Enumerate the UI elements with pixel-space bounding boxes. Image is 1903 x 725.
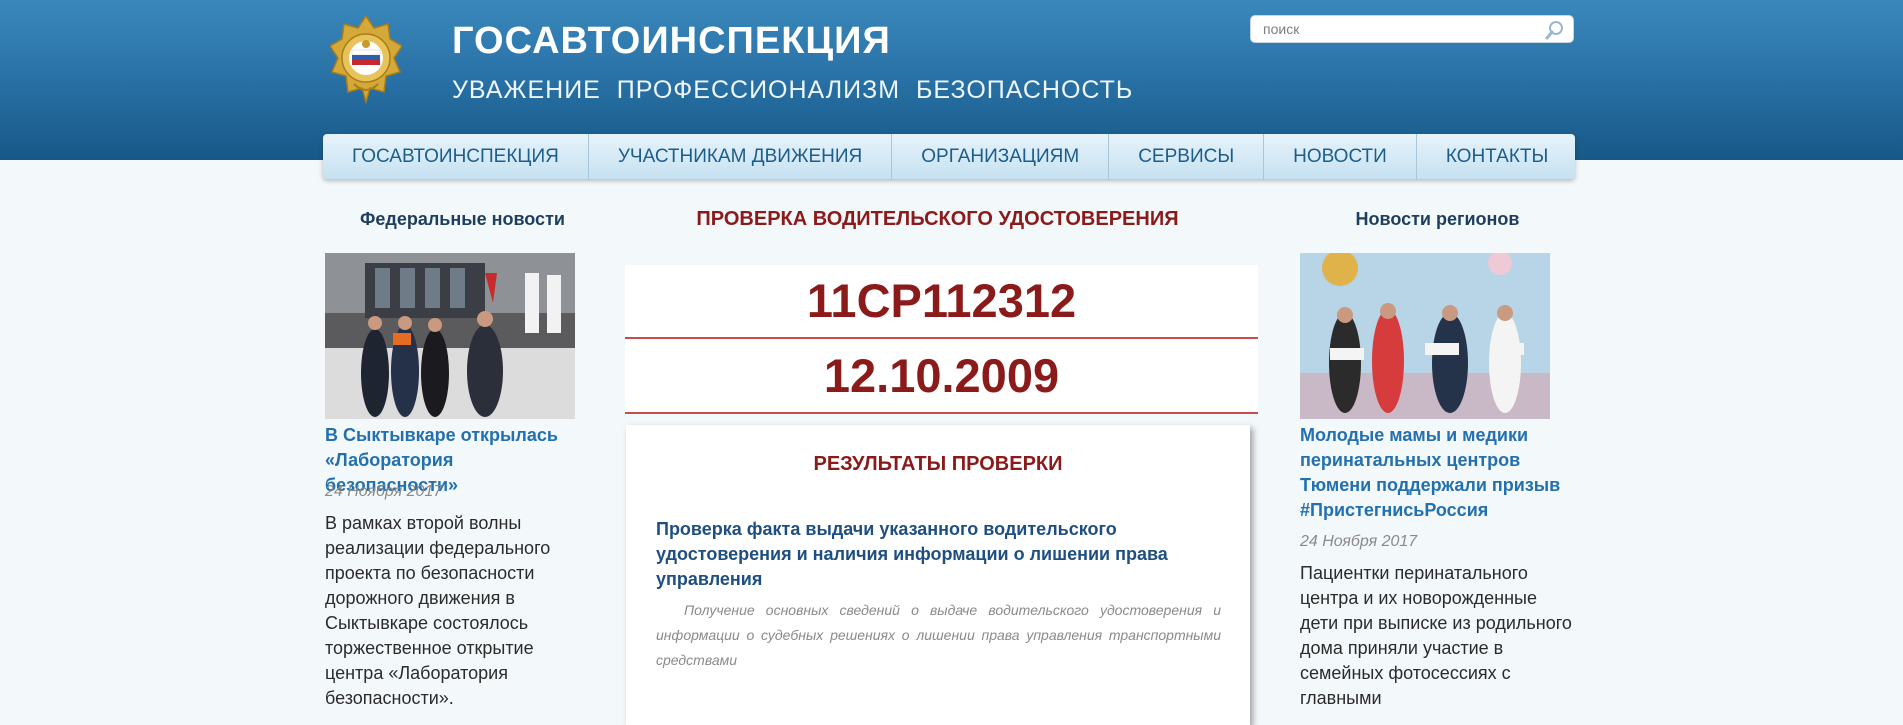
regional-news-heading: Новости регионов — [1355, 209, 1520, 229]
nav-item-road-users[interactable]: Участникам движения — [589, 134, 893, 179]
federal-news-text: В рамках второй волны реализации федерал… — [325, 513, 551, 708]
main-nav: Госавтоинспекция Участникам движения Орг… — [323, 134, 1575, 179]
nav-item-contacts[interactable]: Контакты — [1417, 134, 1578, 179]
search-box[interactable] — [1250, 15, 1574, 43]
regional-news-text: Пациентки перинатального центра и их нов… — [1300, 563, 1572, 708]
regional-news-date: 24 Ноября 2017 — [1300, 533, 1418, 550]
page-title: ПРОВЕРКА ВОДИТЕЛЬСКОГО УДОСТОВЕРЕНИЯ — [696, 208, 1179, 230]
nav-item-services[interactable]: Сервисы — [1109, 134, 1265, 179]
regional-news-image[interactable] — [1300, 253, 1550, 419]
check-title-link[interactable]: Проверка факта выдачи указанного водител… — [656, 517, 1216, 592]
search-icon[interactable] — [1545, 20, 1565, 40]
regional-news-title[interactable]: Молодые мамы и медики перинатальных цент… — [1300, 423, 1575, 523]
results-panel: РЕЗУЛЬТАТЫ ПРОВЕРКИ Проверка факта выдач… — [626, 425, 1250, 725]
license-number-field[interactable]: 11СР112312 — [625, 265, 1258, 339]
nav-item-organizations[interactable]: Организациям — [892, 134, 1110, 179]
federal-news-image[interactable] — [325, 253, 575, 419]
license-number-value: 11СР112312 — [806, 274, 1077, 327]
issue-date-value: 12.10.2009 — [823, 349, 1060, 402]
site-title[interactable]: ГОСАВТОИНСПЕКЦИЯ — [452, 20, 891, 63]
federal-news-date: 24 Ноября 2017 — [325, 483, 443, 500]
gibdd-emblem-icon[interactable] — [330, 14, 402, 110]
site-slogan: УВАЖЕНИЕ ПРОФЕССИОНАЛИЗМ БЕЗОПАСНОСТЬ — [452, 76, 1134, 104]
search-input[interactable] — [1251, 16, 1533, 42]
nav-item-news[interactable]: Новости — [1264, 134, 1417, 179]
results-title: РЕЗУЛЬТАТЫ ПРОВЕРКИ — [813, 453, 1063, 475]
federal-news-heading: Федеральные новости — [360, 209, 565, 229]
issue-date-field[interactable]: 12.10.2009 — [625, 339, 1258, 414]
check-description: Получение основных сведений о выдаче вод… — [656, 602, 1221, 668]
nav-item-gosavtoinspekciya[interactable]: Госавтоинспекция — [323, 134, 589, 179]
